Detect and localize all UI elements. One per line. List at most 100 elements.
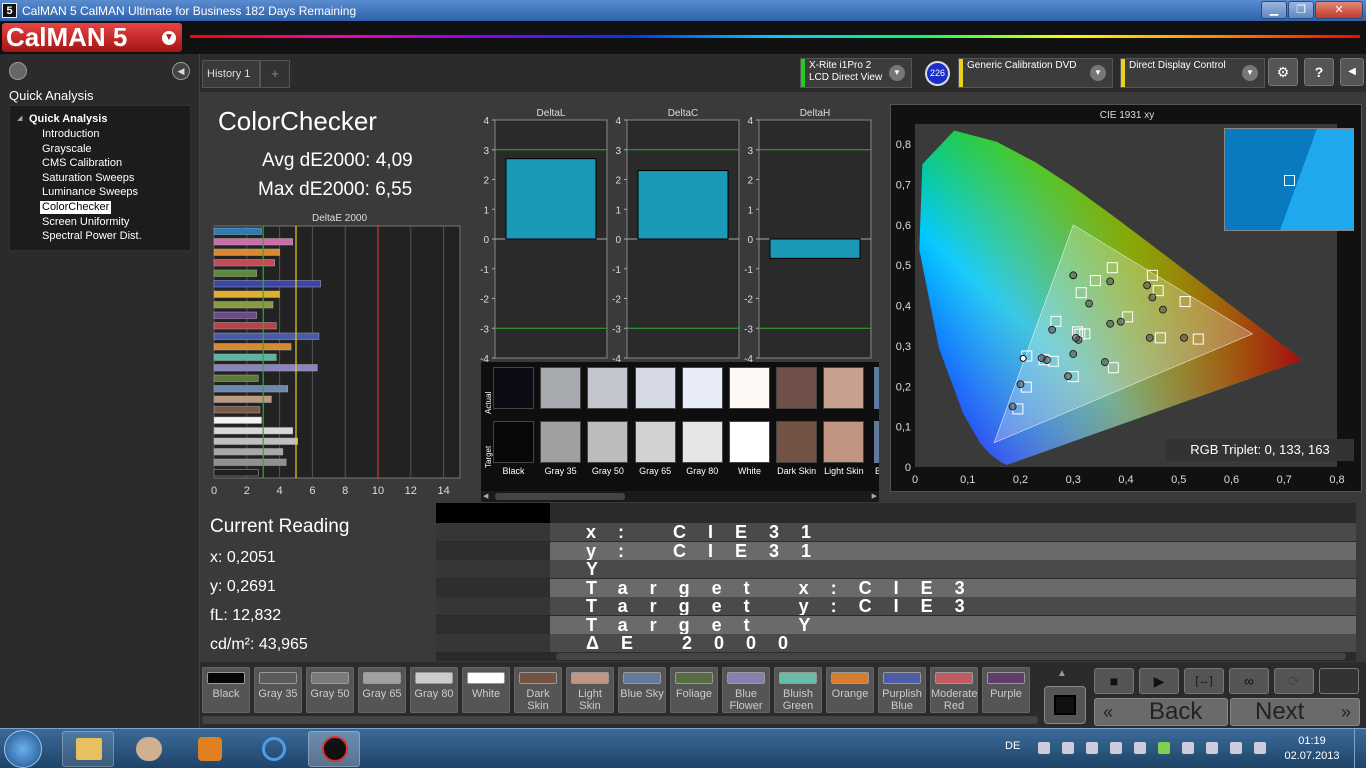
sidebar-item-introduction[interactable]: Introduction <box>40 128 101 141</box>
tree-expand-icon[interactable]: ◢ <box>17 114 22 122</box>
scroll-thumb[interactable] <box>495 493 625 500</box>
table-row[interactable]: Target y:CIE3 <box>550 597 1356 615</box>
chevron-down-icon[interactable]: ▼ <box>889 65 905 81</box>
swatch-label: Black <box>502 466 525 476</box>
sidebar-item-cms-calibration[interactable]: CMS Calibration <box>40 157 124 170</box>
meter-selector[interactable]: X-Rite i1Pro 2 LCD Direct View ▼ <box>800 58 912 88</box>
step-button[interactable]: [↔] <box>1184 668 1224 694</box>
sidebar-item-saturation-sweeps[interactable]: Saturation Sweeps <box>40 172 136 185</box>
meter-badge[interactable]: 226 <box>925 61 950 86</box>
scroll-right-icon[interactable]: ▶ <box>872 492 877 500</box>
patch-button[interactable]: Bluish Green <box>774 667 822 713</box>
table-row[interactable]: Y <box>550 560 1356 578</box>
chevron-down-icon[interactable]: ▼ <box>1242 65 1258 81</box>
calman-logo[interactable]: CalMAN 5 ▼ <box>2 23 182 52</box>
patch-button[interactable]: Gray 65 <box>358 667 406 713</box>
show-desktop-button[interactable] <box>1354 729 1366 768</box>
x-tick-label: 0 <box>912 474 918 486</box>
patch-button[interactable]: Black <box>202 667 250 713</box>
y-tick-label: 0,3 <box>896 341 911 353</box>
collapse-panel-icon[interactable]: ◀ <box>1340 58 1364 86</box>
sidebar-item-grayscale[interactable]: Grayscale <box>40 143 94 156</box>
chevron-down-icon[interactable]: ▼ <box>1090 65 1106 81</box>
patch-button[interactable]: Purple <box>982 667 1030 713</box>
patch-scrollbar[interactable] <box>202 716 1038 724</box>
minimize-button[interactable]: ▁ <box>1261 1 1287 19</box>
sidebar-item-colorchecker[interactable]: ColorChecker <box>40 201 112 214</box>
display-status-stripe <box>1121 59 1125 87</box>
back-button[interactable]: « Back <box>1094 698 1228 726</box>
chevron-up-icon[interactable]: ▲ <box>1057 668 1067 679</box>
volume-icon[interactable] <box>1254 742 1266 754</box>
ie-icon <box>262 737 286 761</box>
clock[interactable]: 01:19 02.07.2013 <box>1282 734 1342 764</box>
power-icon[interactable] <box>1206 742 1218 754</box>
maximize-button[interactable]: ❐ <box>1288 1 1314 19</box>
deltae-bar <box>213 385 289 393</box>
loop-button[interactable]: ∞ <box>1229 668 1269 694</box>
stop-button[interactable]: ■ <box>1094 668 1134 694</box>
patch-swatch <box>467 672 505 684</box>
clock-time: 01:19 <box>1298 735 1326 747</box>
table-row[interactable]: x: CIE31 <box>550 523 1356 541</box>
tray-icon[interactable] <box>1038 742 1050 754</box>
window-title: CalMAN 5 CalMAN Ultimate for Business 18… <box>22 4 357 18</box>
source-selector[interactable]: Generic Calibration DVD ▼ <box>958 58 1113 88</box>
patch-button[interactable]: Gray 80 <box>410 667 458 713</box>
patch-button[interactable]: Light Skin <box>566 667 614 713</box>
deltae-chart-title: DeltaE 2000 <box>312 213 368 224</box>
tree-root[interactable]: Quick Analysis <box>29 113 107 125</box>
swatch-scrollbar[interactable]: ◀ ▶ <box>481 491 879 502</box>
app-icon: 5 <box>2 3 17 18</box>
language-indicator[interactable]: DE <box>1005 740 1020 752</box>
sidebar-options-icon[interactable] <box>9 62 27 80</box>
sidebar-item-luminance-sweeps[interactable]: Luminance Sweeps <box>40 186 140 199</box>
patch-button[interactable]: Moderate Red <box>930 667 978 713</box>
bluetooth-icon[interactable] <box>1086 742 1098 754</box>
sidebar-item-spectral-power-dist[interactable]: Spectral Power Dist. <box>40 230 144 243</box>
tray-icon[interactable] <box>1134 742 1146 754</box>
current-reading-title: Current Reading <box>210 516 350 537</box>
start-button[interactable] <box>4 730 42 768</box>
nvidia-icon[interactable] <box>1158 742 1170 754</box>
x-tick-label: 0,8 <box>1329 474 1344 486</box>
next-button[interactable]: Next » <box>1230 698 1360 726</box>
settings-gear-icon[interactable]: ⚙ <box>1268 58 1298 86</box>
table-row[interactable]: Target Y <box>550 615 1356 634</box>
scroll-left-icon[interactable]: ◀ <box>483 492 488 500</box>
tray-icon[interactable] <box>1062 742 1074 754</box>
x-tick-label: 2 <box>244 485 250 497</box>
back-label: Back <box>1149 698 1203 725</box>
flag-icon[interactable] <box>1182 742 1194 754</box>
extra-button[interactable] <box>1319 668 1359 694</box>
chevron-down-icon: ▼ <box>162 31 176 45</box>
add-tab-button[interactable]: + <box>260 60 290 88</box>
patch-button[interactable]: Gray 35 <box>254 667 302 713</box>
tray-icon[interactable] <box>1110 742 1122 754</box>
record-button[interactable] <box>1044 686 1086 724</box>
display-selector[interactable]: Direct Display Control ▼ <box>1120 58 1265 88</box>
table-row[interactable]: ΔE 2000 <box>550 634 1356 652</box>
patch-button[interactable]: Purplish Blue <box>878 667 926 713</box>
tab-history-1[interactable]: History 1 <box>202 60 260 88</box>
patch-button[interactable]: Blue Flower <box>722 667 770 713</box>
patch-swatch <box>571 672 609 684</box>
patch-button[interactable]: Foliage <box>670 667 718 713</box>
close-button[interactable]: ✕ <box>1315 1 1363 19</box>
collapse-sidebar-icon[interactable]: ◀ <box>172 62 190 80</box>
table-row-header <box>436 615 550 634</box>
sync-button[interactable]: ⟳ <box>1274 668 1314 694</box>
patch-button[interactable]: White <box>462 667 510 713</box>
play-button[interactable]: ▶ <box>1139 668 1179 694</box>
patch-button[interactable]: Gray 50 <box>306 667 354 713</box>
help-icon[interactable]: ? <box>1304 58 1334 86</box>
table-row[interactable]: Target x:CIE3 <box>550 578 1356 597</box>
network-icon[interactable] <box>1230 742 1242 754</box>
table-scrollbar[interactable] <box>556 653 1346 660</box>
table-row[interactable]: y: CIE31 <box>550 541 1356 560</box>
patch-button[interactable]: Orange <box>826 667 874 713</box>
sidebar-item-screen-uniformity[interactable]: Screen Uniformity <box>40 216 131 229</box>
patch-button[interactable]: Dark Skin <box>514 667 562 713</box>
swatch-label: Dark Skin <box>777 466 817 476</box>
patch-button[interactable]: Blue Sky <box>618 667 666 713</box>
